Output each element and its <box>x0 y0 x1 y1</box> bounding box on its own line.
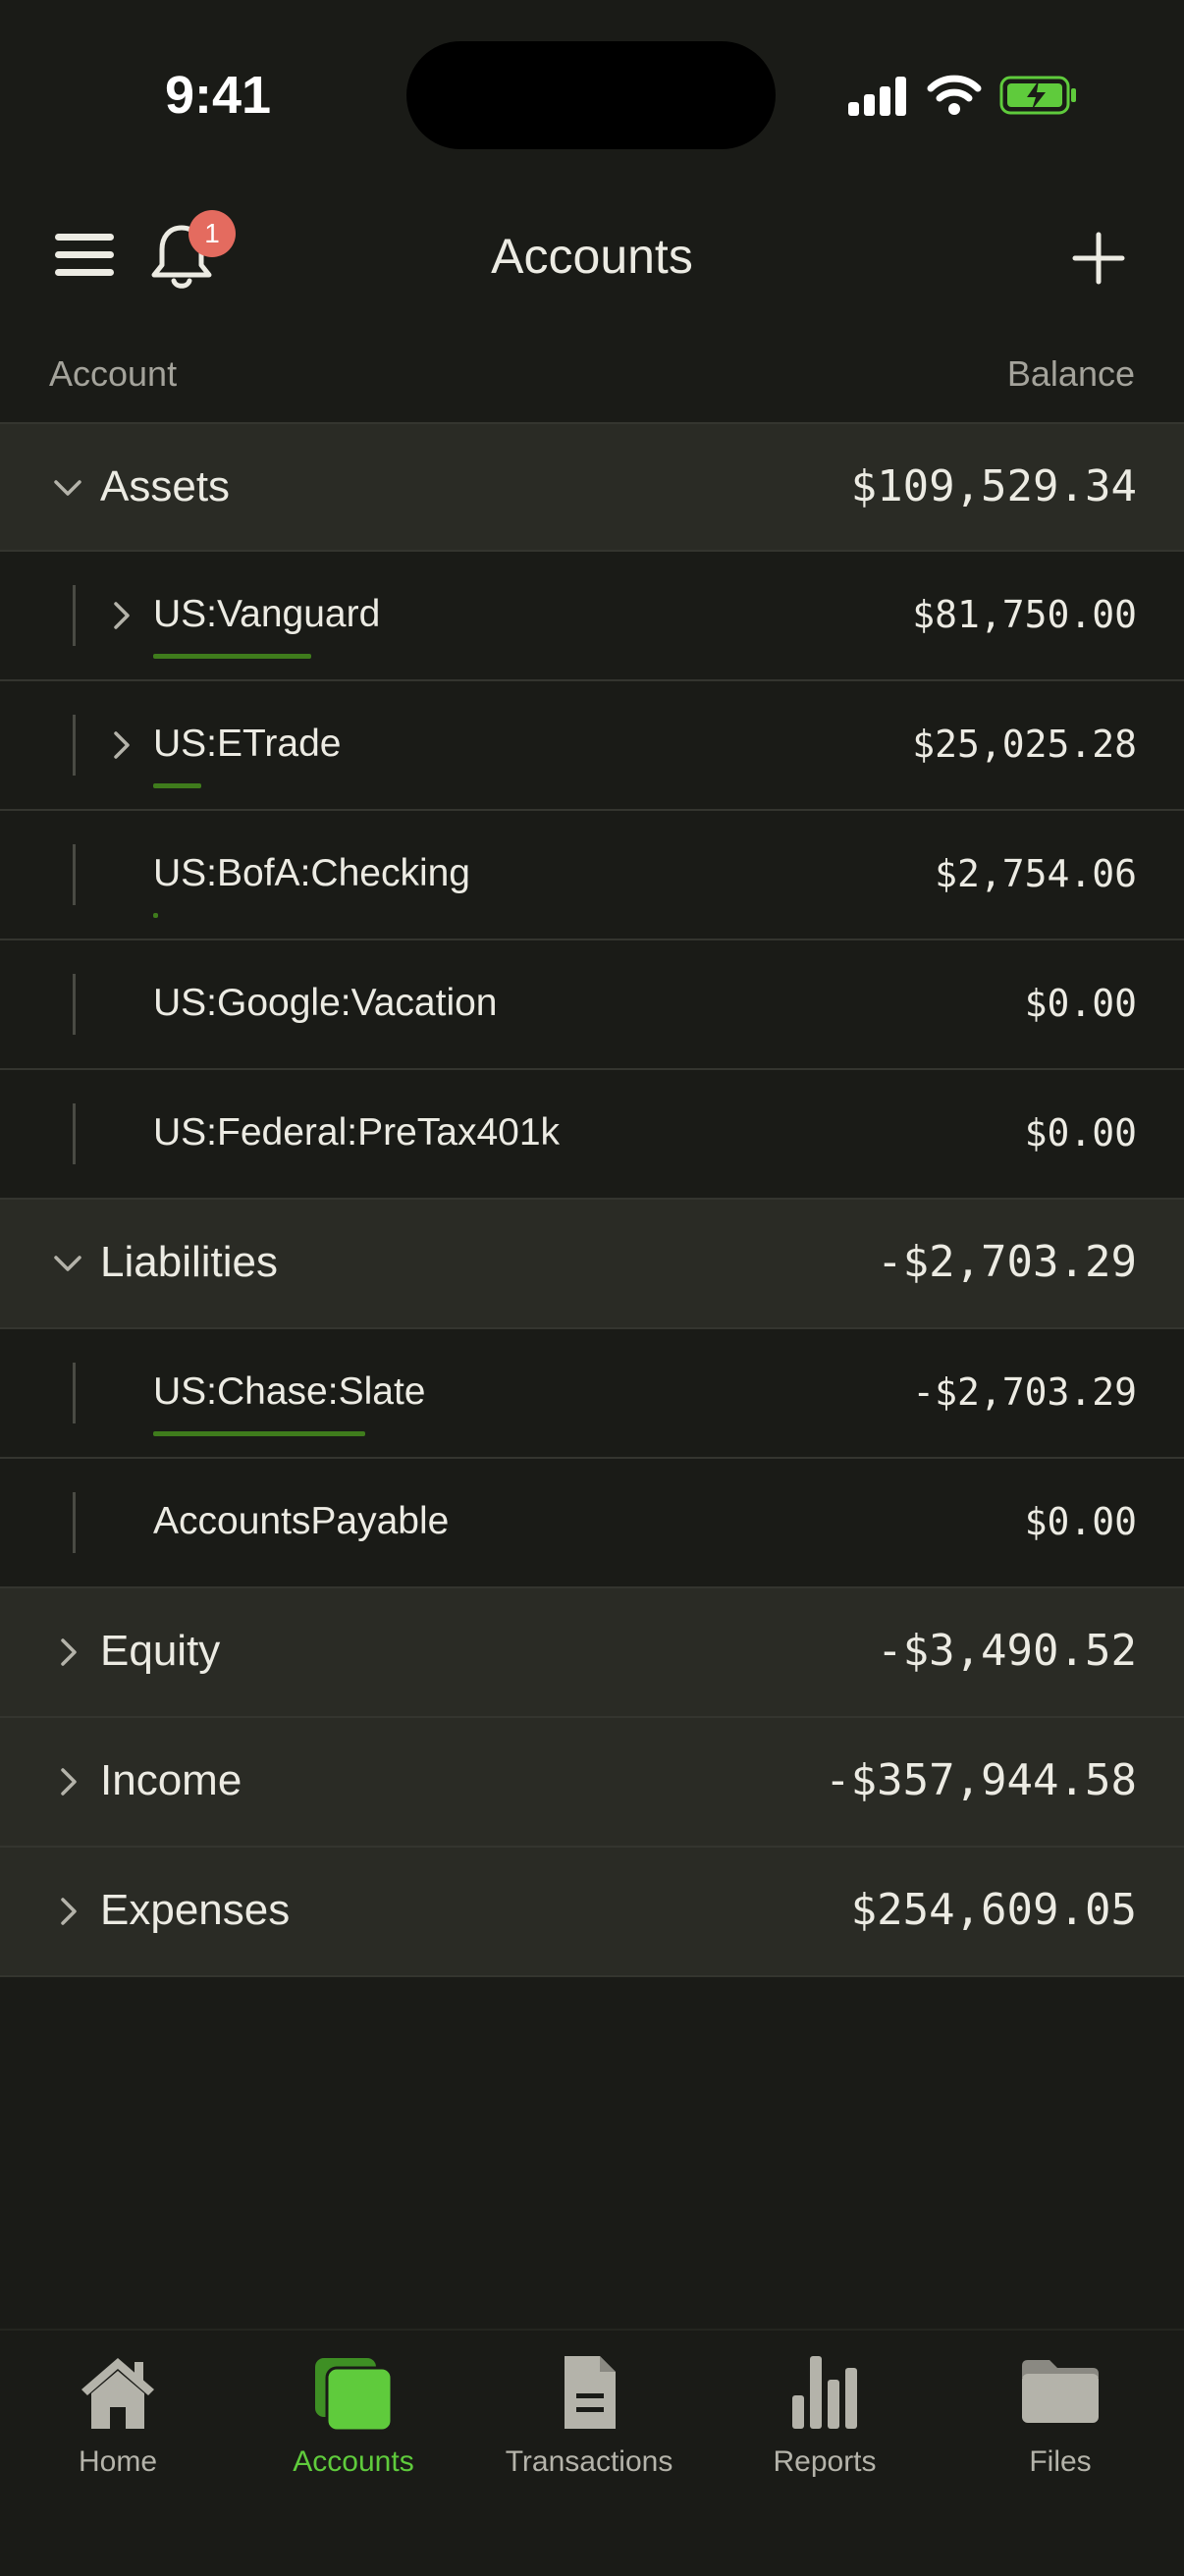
house-icon <box>81 2358 154 2429</box>
account-row-us-etrade[interactable]: US:ETrade $25,025.28 <box>0 681 1184 811</box>
account-balance: $0.00 <box>1024 982 1137 1025</box>
chevron-right-icon[interactable] <box>53 1767 82 1797</box>
tree-indent-line <box>73 974 76 1035</box>
account-balance: $81,750.00 <box>912 593 1137 636</box>
tab-label: Home <box>78 2445 158 2478</box>
account-name: US:Google:Vacation <box>153 982 498 1024</box>
account-name: Income <box>100 1756 242 1804</box>
tab-label: Transactions <box>505 2445 673 2478</box>
account-name: Expenses <box>100 1886 291 1934</box>
account-row-us-vanguard[interactable]: US:Vanguard $81,750.00 <box>0 552 1184 681</box>
column-header-account: Account <box>49 353 178 394</box>
account-balance: $109,529.34 <box>850 461 1137 511</box>
tab-accounts[interactable]: Accounts <box>236 2350 471 2479</box>
tab-label: Reports <box>773 2445 877 2478</box>
account-group-assets[interactable]: Assets $109,529.34 <box>0 422 1184 552</box>
tree-indent-line <box>73 1363 76 1423</box>
account-name: Assets <box>100 462 231 510</box>
account-balance: $254,609.05 <box>850 1885 1137 1935</box>
account-row-accounts-payable[interactable]: AccountsPayable $0.00 <box>0 1459 1184 1588</box>
balance-proportion-bar <box>153 1431 365 1436</box>
wifi-icon <box>927 75 982 115</box>
battery-charging-icon <box>999 76 1076 115</box>
bar-chart-icon <box>792 2356 857 2429</box>
account-balance: $25,025.28 <box>912 723 1137 766</box>
tree-indent-line <box>73 1492 76 1553</box>
accounts-list: Assets $109,529.34 US:Vanguard $81,750.0… <box>0 422 1184 1977</box>
column-header-balance: Balance <box>1006 353 1135 394</box>
account-name: US:Federal:PreTax401k <box>153 1111 561 1154</box>
dynamic-island <box>406 41 776 149</box>
chevron-right-icon[interactable] <box>106 730 135 760</box>
account-row-us-google-vacation[interactable]: US:Google:Vacation $0.00 <box>0 940 1184 1070</box>
balance-proportion-bar <box>153 913 158 918</box>
tree-indent-line <box>73 585 76 646</box>
chevron-down-icon[interactable] <box>53 473 82 503</box>
account-balance: $0.00 <box>1024 1500 1137 1543</box>
account-name: AccountsPayable <box>153 1500 450 1542</box>
account-group-equity[interactable]: Equity -$3,490.52 <box>0 1588 1184 1718</box>
chevron-right-icon[interactable] <box>53 1897 82 1926</box>
account-balance: -$2,703.29 <box>912 1370 1137 1414</box>
add-account-icon[interactable] <box>1072 232 1125 285</box>
account-name: Liabilities <box>100 1238 278 1286</box>
tree-indent-line <box>73 844 76 905</box>
account-row-us-bofa-checking[interactable]: US:BofA:Checking $2,754.06 <box>0 811 1184 940</box>
tree-indent-line <box>73 1103 76 1164</box>
status-time: 9:41 <box>165 66 272 125</box>
chevron-down-icon[interactable] <box>53 1249 82 1278</box>
status-bar: 9:41 <box>0 0 1184 187</box>
account-group-expenses[interactable]: Expenses $254,609.05 <box>0 1848 1184 1977</box>
folder-icon <box>1022 2360 1099 2423</box>
cellular-signal-icon <box>848 77 907 116</box>
balance-proportion-bar <box>153 654 311 659</box>
tab-label: Accounts <box>293 2445 414 2478</box>
account-balance: -$3,490.52 <box>877 1626 1137 1676</box>
account-balance: -$2,703.29 <box>877 1237 1137 1287</box>
account-row-us-chase-slate[interactable]: US:Chase:Slate -$2,703.29 <box>0 1329 1184 1459</box>
account-balance: $2,754.06 <box>935 852 1137 895</box>
document-icon <box>565 2356 616 2429</box>
tab-bar: Home Accounts Transactions Reports Files <box>0 2329 1184 2576</box>
account-name: US:BofA:Checking <box>153 852 470 894</box>
balance-proportion-bar <box>153 783 201 788</box>
tree-indent-line <box>73 715 76 776</box>
account-row-us-federal-pretax401k[interactable]: US:Federal:PreTax401k $0.00 <box>0 1070 1184 1200</box>
account-balance: -$357,944.58 <box>825 1755 1137 1805</box>
account-group-liabilities[interactable]: Liabilities -$2,703.29 <box>0 1200 1184 1329</box>
chevron-right-icon[interactable] <box>106 601 135 630</box>
account-group-income[interactable]: Income -$357,944.58 <box>0 1718 1184 1848</box>
tab-transactions[interactable]: Transactions <box>471 2350 707 2479</box>
tab-home[interactable]: Home <box>0 2350 236 2479</box>
tab-reports[interactable]: Reports <box>707 2350 942 2479</box>
tab-label: Files <box>1029 2445 1092 2478</box>
tab-files[interactable]: Files <box>942 2350 1178 2479</box>
chevron-right-icon[interactable] <box>53 1637 82 1667</box>
cards-icon <box>315 2358 394 2433</box>
page-title: Accounts <box>491 229 693 284</box>
account-name: Equity <box>100 1627 221 1675</box>
account-balance: $0.00 <box>1024 1111 1137 1154</box>
